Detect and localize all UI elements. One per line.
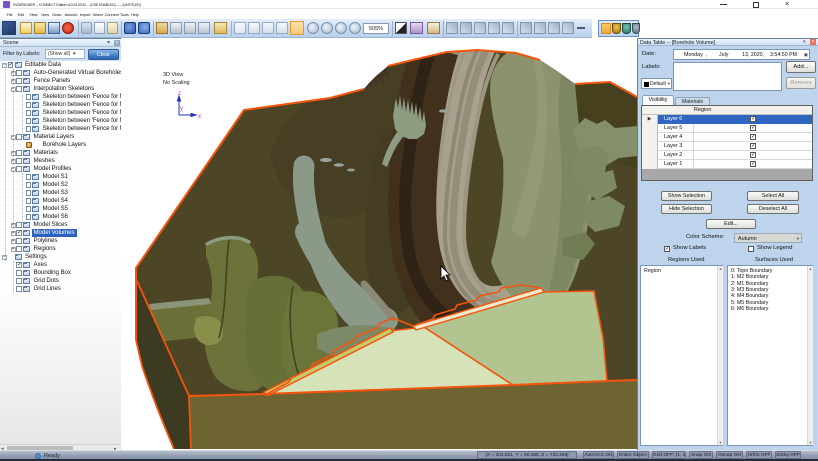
svg-text:No Scaling: No Scaling: [163, 80, 190, 86]
svg-text:y: y: [180, 106, 183, 112]
svg-text:3D View: 3D View: [163, 72, 183, 78]
svg-text:x: x: [198, 114, 201, 120]
svg-text:z: z: [178, 91, 181, 97]
